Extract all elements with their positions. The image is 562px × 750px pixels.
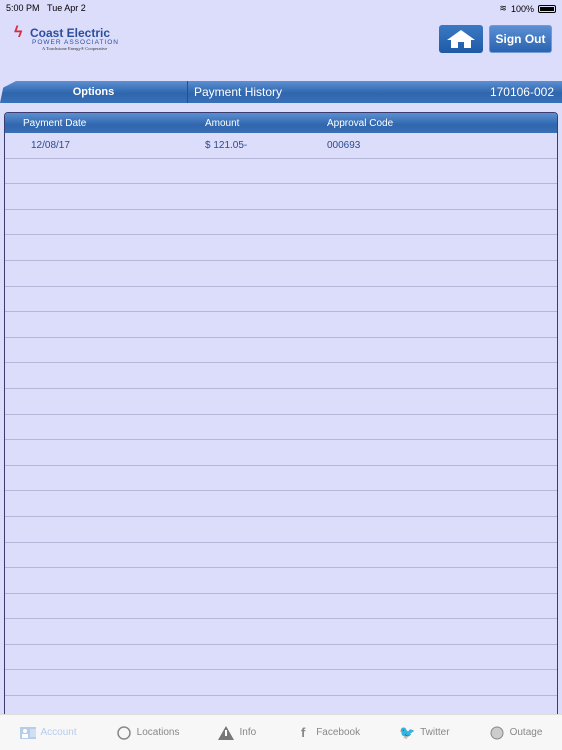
empty-table-row xyxy=(5,287,557,313)
bolt-icon: ϟ xyxy=(14,24,23,41)
table-row[interactable]: 12/08/17 $ 121.05- 000693 xyxy=(5,133,557,159)
empty-table-row xyxy=(5,645,557,671)
empty-table-row xyxy=(5,184,557,210)
warning-icon xyxy=(218,725,235,740)
empty-table-row xyxy=(5,159,557,185)
wifi-icon: ≋ xyxy=(499,3,507,13)
globe-icon xyxy=(489,726,505,740)
empty-table-row xyxy=(5,517,557,543)
tab-bar: Account Locations Info f Facebook 🐦 Twit… xyxy=(0,714,562,750)
empty-table-row xyxy=(5,210,557,236)
status-time: 5:00 PM Tue Apr 2 xyxy=(6,3,86,13)
empty-table-row xyxy=(5,491,557,517)
empty-table-row xyxy=(5,312,557,338)
sign-out-button[interactable]: Sign Out xyxy=(489,25,552,53)
empty-table-row xyxy=(5,466,557,492)
payment-history-table: Payment Date Amount Approval Code 12/08/… xyxy=(4,112,558,718)
empty-table-row xyxy=(5,594,557,620)
options-button[interactable]: Options xyxy=(0,81,188,103)
twitter-icon: 🐦 xyxy=(399,724,416,740)
table-header: Payment Date Amount Approval Code xyxy=(5,113,557,133)
payment-date: 12/08/17 xyxy=(31,140,70,151)
tab-twitter[interactable]: 🐦 Twitter xyxy=(399,724,450,740)
empty-table-row xyxy=(5,568,557,594)
empty-table-row xyxy=(5,440,557,466)
empty-table-row xyxy=(5,235,557,261)
payment-amount: $ 121.05- xyxy=(205,140,248,151)
coast-electric-logo: ϟ Coast Electric POWER ASSOCIATION A Tou… xyxy=(14,24,119,51)
page-title: Payment History xyxy=(194,85,283,99)
tab-outage[interactable]: Outage xyxy=(489,726,542,740)
empty-table-row xyxy=(5,543,557,569)
home-icon xyxy=(447,30,475,48)
empty-table-row xyxy=(5,261,557,287)
empty-table-row xyxy=(5,363,557,389)
home-button[interactable] xyxy=(439,25,483,53)
facebook-icon: f xyxy=(301,725,306,740)
tab-info[interactable]: Info xyxy=(218,725,256,740)
empty-table-row xyxy=(5,338,557,364)
account-number: 170106-002 xyxy=(489,85,554,99)
empty-table-row xyxy=(5,415,557,441)
column-header-amount: Amount xyxy=(205,118,240,129)
column-header-payment-date: Payment Date xyxy=(23,118,87,129)
empty-table-row xyxy=(5,619,557,645)
tab-facebook[interactable]: f Facebook xyxy=(295,725,360,740)
nav-bar: Options Payment History 170106-002 xyxy=(0,81,562,103)
battery-icon xyxy=(538,4,556,13)
battery-percent: 100% xyxy=(510,3,534,14)
status-bar: 5:00 PM Tue Apr 2 ≋ 100% xyxy=(0,0,562,16)
column-header-approval-code: Approval Code xyxy=(327,118,394,129)
empty-table-row xyxy=(5,670,557,697)
approval-code: 000693 xyxy=(327,140,361,151)
locations-icon xyxy=(116,725,132,740)
empty-table-row xyxy=(5,389,557,415)
account-card-icon xyxy=(19,726,36,740)
tab-locations[interactable]: Locations xyxy=(116,725,179,740)
tab-account[interactable]: Account xyxy=(19,726,77,740)
